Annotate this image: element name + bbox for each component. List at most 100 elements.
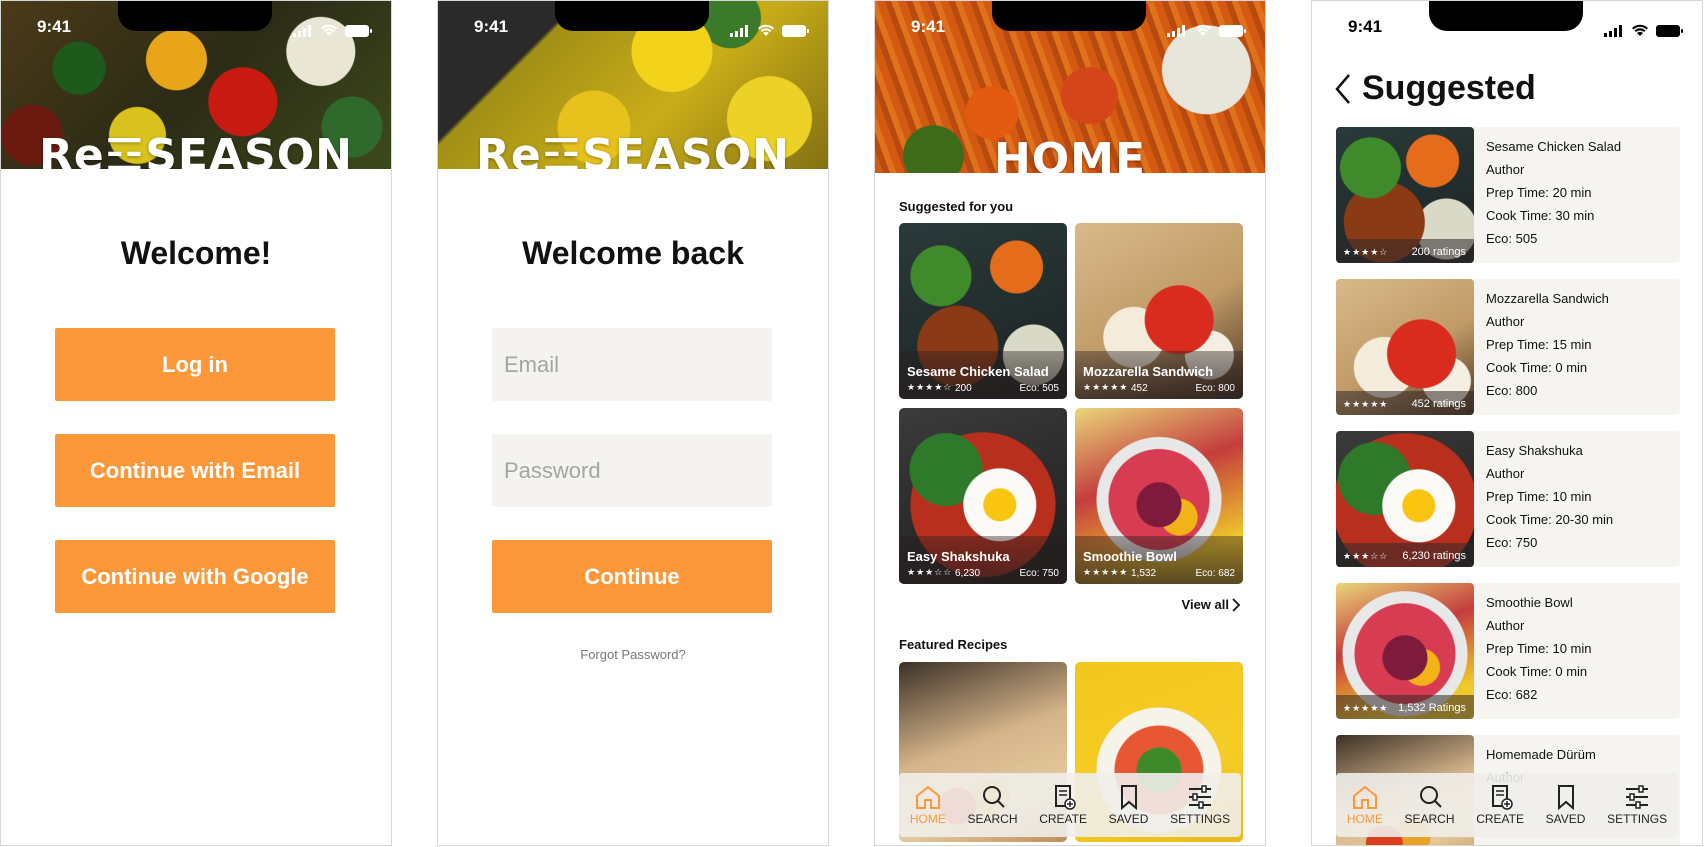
prep-time: Prep Time: 10 min bbox=[1486, 641, 1592, 656]
tab-bar: HOME SEARCH CREATE SAVED SETTINGS bbox=[899, 773, 1241, 837]
recipe-card[interactable]: Smoothie Bowl ★★★★★ 1,532 Eco: 682 bbox=[1075, 408, 1243, 584]
status-bar: 9:41 bbox=[875, 1, 1265, 49]
eco-score: Eco: 505 bbox=[1486, 231, 1538, 246]
tab-label: SEARCH bbox=[967, 812, 1018, 826]
tab-saved[interactable]: SAVED bbox=[1108, 784, 1149, 826]
rating-count: 452 bbox=[1131, 383, 1148, 394]
list-item[interactable]: ★★★★★ 452 ratings Mozzarella Sandwich Au… bbox=[1336, 279, 1680, 415]
battery-icon bbox=[345, 25, 372, 37]
recipe-author: Author bbox=[1486, 466, 1525, 481]
continue-email-button[interactable]: Continue with Email bbox=[55, 434, 335, 507]
create-icon bbox=[1492, 785, 1513, 810]
sliders-icon bbox=[1189, 785, 1212, 809]
cook-time: Cook Time: 30 min bbox=[1486, 208, 1595, 223]
tab-settings[interactable]: SETTINGS bbox=[1170, 784, 1230, 826]
search-icon bbox=[982, 786, 1005, 808]
login-screen: Re☲SEASON 9:41 Welcome back Continue For… bbox=[437, 0, 829, 846]
tab-bar: HOME SEARCH CREATE SAVED SETTINGS bbox=[1336, 773, 1678, 837]
tab-home[interactable]: HOME bbox=[910, 784, 946, 826]
tab-label: SAVED bbox=[1545, 812, 1586, 826]
recipe-card[interactable]: Mozzarella Sandwich ★★★★★ 452 Eco: 800 bbox=[1075, 223, 1243, 399]
eco-score: Eco: 750 bbox=[1019, 568, 1059, 579]
section-title: Featured Recipes bbox=[899, 637, 1008, 652]
recipe-name: Smoothie Bowl bbox=[1486, 595, 1573, 610]
status-bar: 9:41 bbox=[1312, 1, 1702, 49]
rating-stars: ★★★☆☆ bbox=[907, 567, 953, 577]
cook-time: Cook Time: 0 min bbox=[1486, 360, 1588, 375]
wifi-icon bbox=[758, 24, 774, 36]
view-all-label: View all bbox=[1181, 597, 1229, 612]
recipe-name: Smoothie Bowl bbox=[1083, 549, 1177, 564]
continue-google-button[interactable]: Continue with Google bbox=[55, 540, 335, 613]
notch bbox=[555, 1, 709, 31]
list-item[interactable]: ★★★☆☆ 6,230 ratings Easy Shakshuka Autho… bbox=[1336, 431, 1680, 567]
tab-label: SETTINGS bbox=[1607, 812, 1668, 826]
notch bbox=[1429, 1, 1583, 31]
list-item[interactable]: ★★★★★ 1,532 Ratings Smoothie Bowl Author… bbox=[1336, 583, 1680, 719]
rating-count: 6,230 bbox=[955, 568, 981, 579]
status-time: 9:41 bbox=[1348, 17, 1383, 36]
rating-stars: ★★★★★ bbox=[1083, 567, 1129, 577]
continue-button[interactable]: Continue bbox=[492, 540, 772, 613]
wifi-icon bbox=[321, 24, 337, 36]
login-button[interactable]: Log in bbox=[55, 328, 335, 401]
home-icon bbox=[915, 785, 940, 809]
tab-create[interactable]: CREATE bbox=[1476, 784, 1524, 826]
create-icon bbox=[1055, 785, 1076, 810]
eco-score: Eco: 750 bbox=[1486, 535, 1538, 550]
rating-count: 1,532 Ratings bbox=[1398, 702, 1466, 714]
prep-time: Prep Time: 20 min bbox=[1486, 185, 1592, 200]
eco-score: Eco: 800 bbox=[1486, 383, 1538, 398]
email-field[interactable] bbox=[492, 328, 772, 401]
cook-time: Cook Time: 0 min bbox=[1486, 664, 1588, 679]
recipe-card[interactable]: Easy Shakshuka ★★★☆☆ 6,230 Eco: 750 bbox=[899, 408, 1067, 584]
back-chevron-icon[interactable] bbox=[1334, 73, 1352, 105]
eco-score: Eco: 682 bbox=[1195, 568, 1235, 579]
rating-stars: ★★★★★ bbox=[1083, 382, 1129, 392]
battery-icon bbox=[1219, 25, 1246, 37]
page-title: Welcome! bbox=[120, 235, 272, 271]
chevron-right-icon bbox=[1232, 597, 1241, 612]
recipe-name: Homemade Dürüm bbox=[1486, 747, 1596, 762]
recipe-name: Easy Shakshuka bbox=[1486, 443, 1583, 458]
status-time: 9:41 bbox=[37, 17, 72, 36]
tab-label: SAVED bbox=[1108, 812, 1149, 826]
forgot-password-link[interactable]: Forgot Password? bbox=[438, 647, 828, 662]
view-all-link[interactable]: View all bbox=[1182, 597, 1241, 612]
app-logo: Re☲SEASON bbox=[476, 130, 790, 169]
tab-label: SETTINGS bbox=[1170, 812, 1231, 826]
tab-search[interactable]: SEARCH bbox=[968, 784, 1018, 826]
sliders-icon bbox=[1626, 785, 1649, 809]
wifi-icon bbox=[1195, 24, 1211, 36]
recipe-card[interactable]: Sesame Chicken Salad ★★★★☆ 200 Eco: 505 bbox=[899, 223, 1067, 399]
recipe-author: Author bbox=[1486, 618, 1525, 633]
password-field[interactable] bbox=[492, 434, 772, 507]
tab-saved[interactable]: SAVED bbox=[1545, 784, 1586, 826]
battery-icon bbox=[782, 25, 809, 37]
status-time: 9:41 bbox=[911, 17, 946, 36]
list-item[interactable]: ★★★★☆ 200 ratings Sesame Chicken Salad A… bbox=[1336, 127, 1680, 263]
tab-settings[interactable]: SETTINGS bbox=[1607, 784, 1667, 826]
tab-create[interactable]: CREATE bbox=[1039, 784, 1087, 826]
status-bar: 9:41 bbox=[438, 1, 828, 49]
prep-time: Prep Time: 10 min bbox=[1486, 489, 1592, 504]
rating-count: 6,230 ratings bbox=[1402, 550, 1466, 562]
tab-label: CREATE bbox=[1039, 812, 1087, 826]
recipe-name: Easy Shakshuka bbox=[907, 549, 1010, 564]
suggested-screen: 9:41 Suggested ★★★★☆ 200 ratings Sesame … bbox=[1311, 0, 1703, 846]
search-icon bbox=[1419, 786, 1442, 808]
eco-score: Eco: 505 bbox=[1019, 383, 1059, 394]
rating-stars: ★★★★☆ bbox=[1343, 247, 1389, 257]
page-title: HOME bbox=[993, 134, 1147, 173]
rating-count: 200 bbox=[955, 383, 972, 394]
rating-stars: ★★★☆☆ bbox=[1343, 551, 1389, 561]
tab-home[interactable]: HOME bbox=[1347, 784, 1383, 826]
rating-stars: ★★★★★ bbox=[1343, 703, 1389, 713]
signal-icon bbox=[730, 19, 750, 37]
recipe-author: Author bbox=[1486, 162, 1525, 177]
bookmark-icon bbox=[1120, 785, 1137, 810]
signal-icon bbox=[1604, 19, 1624, 37]
tab-search[interactable]: SEARCH bbox=[1405, 784, 1455, 826]
header: Suggested bbox=[1334, 69, 1536, 108]
signal-icon bbox=[293, 19, 313, 37]
